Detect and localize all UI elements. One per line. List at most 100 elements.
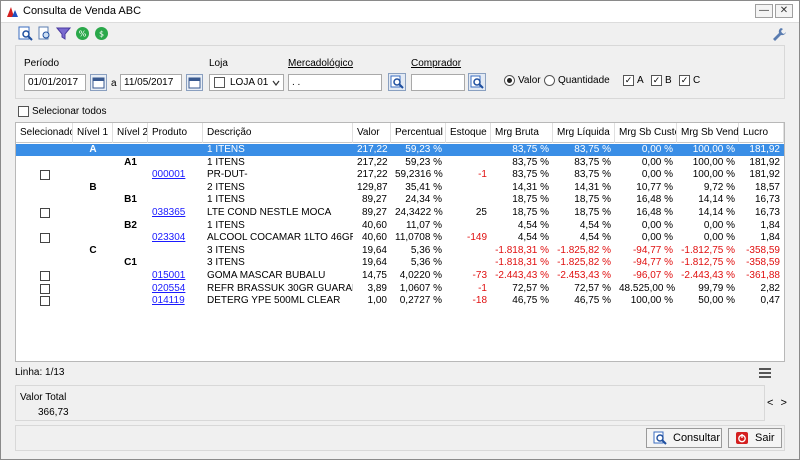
cell-desc: 1 ITENS xyxy=(207,144,245,155)
cell-msv: 100,00 % xyxy=(692,169,735,181)
cell-ml: -2.453,43 % xyxy=(557,270,611,281)
wrench-icon[interactable] xyxy=(771,26,787,42)
mercadologico-input[interactable]: . . xyxy=(288,74,382,91)
table-row[interactable]: B1 1 ITENS 89,27 24,34 % 18,75 % 18,75 % 16,48… xyxy=(16,194,784,206)
mercadologico-search-button[interactable] xyxy=(388,73,406,91)
cell-mb: 72,57 % xyxy=(512,282,549,294)
cell-msv: -1.812,75 % xyxy=(681,257,735,269)
comprador-input[interactable] xyxy=(411,74,465,91)
consultar-button[interactable]: Consultar xyxy=(646,428,722,448)
prev-arrow[interactable]: < xyxy=(767,397,773,409)
check-a[interactable]: ✓ xyxy=(623,75,634,86)
cell-prod[interactable]: 015001 xyxy=(148,270,203,282)
table-row[interactable]: B 2 ITENS 129,87 35,41 % 14,31 % 14,31 % 10,77… xyxy=(16,182,784,194)
loja-checkbox[interactable] xyxy=(214,77,225,88)
column-header-produto[interactable]: Produto xyxy=(148,123,203,143)
table-row[interactable]: 000001 PR-DUT- 217,22 59,2316 % -1 83,75 % 83,… xyxy=(16,169,784,181)
loja-select[interactable]: LOJA 01 xyxy=(209,74,284,91)
column-header-mrg-bruta[interactable]: Mrg Bruta xyxy=(491,123,553,143)
column-header-lucro[interactable]: Lucro xyxy=(739,123,784,143)
currency-icon[interactable]: $ xyxy=(94,26,109,41)
column-header-valor[interactable]: Valor xyxy=(353,123,391,143)
column-header-mrg-liquida[interactable]: Mrg Líquida xyxy=(553,123,615,143)
cell-valor: 19,64 xyxy=(361,257,387,269)
cell-msc: 0,00 % xyxy=(641,169,673,181)
cell-desc: GOMA MASCAR BUBALU xyxy=(207,270,326,281)
table-row[interactable]: 020554 REFR BRASSUK 30GR GUARANA 3,89 1,060… xyxy=(16,283,784,295)
cell-valor: 19,64 xyxy=(361,244,387,256)
table-row[interactable]: A 1 ITENS 217,22 59,23 % 83,75 % 83,75 % 0,00 … xyxy=(16,144,784,156)
table-row[interactable]: 014119 DETERG YPE 500ML CLEAR 1,00 0,2727 %… xyxy=(16,295,784,307)
row-checkbox[interactable] xyxy=(40,170,50,181)
column-header-nivel-2[interactable]: Nível 2 xyxy=(113,123,148,143)
cell-perc: 35,41 % xyxy=(405,181,442,193)
cell-lucro: 16,73 xyxy=(754,207,780,218)
next-arrow[interactable]: > xyxy=(781,397,787,409)
hamburger-menu-icon[interactable] xyxy=(759,368,771,378)
cell-msc: 48.525,00 % xyxy=(619,282,676,294)
cell-msv: -2.443,43 % xyxy=(681,270,735,281)
results-grid[interactable]: Selecionado Nível 1 Nível 2 Produto Descriçã… xyxy=(15,122,785,362)
cell-prod[interactable]: 014119 xyxy=(148,295,203,307)
cell-mb: 18,75 % xyxy=(512,207,549,218)
cell-perc: 59,23 % xyxy=(405,156,442,168)
column-header-mrg-sb-custo[interactable]: Mrg Sb Custo xyxy=(615,123,677,143)
row-checkbox[interactable] xyxy=(40,208,50,218)
cell-perc: 11,0708 % xyxy=(395,232,443,244)
quantidade-radio[interactable] xyxy=(544,75,555,86)
minimize-button[interactable]: — xyxy=(755,4,773,18)
date-from-calendar-button[interactable] xyxy=(90,74,107,91)
print-preview-icon[interactable] xyxy=(37,26,52,41)
column-header-nivel-1[interactable]: Nível 1 xyxy=(73,123,113,143)
date-to-input[interactable]: 11/05/2017 xyxy=(120,74,182,91)
status-bar: Linha: 1/13 xyxy=(15,367,785,381)
table-row[interactable]: A1 1 ITENS 217,22 59,23 % 83,75 % 83,75 % 0,00… xyxy=(16,157,784,169)
table-row[interactable]: 015001 GOMA MASCAR BUBALU 14,75 4,0220 % -73… xyxy=(16,270,784,282)
cell-prod[interactable]: 023304 xyxy=(148,232,203,244)
valor-radio[interactable] xyxy=(504,75,515,86)
cell-lucro: 16,73 xyxy=(754,194,780,206)
date-from-input[interactable]: 01/01/2017 xyxy=(24,74,86,91)
table-row[interactable]: B2 1 ITENS 40,60 11,07 % 4,54 % 4,54 % 0,00 % 0… xyxy=(16,220,784,232)
table-row[interactable]: C 3 ITENS 19,64 5,36 % -1.818,31 % -1.825,82 … xyxy=(16,245,784,257)
cell-n2 xyxy=(113,207,148,219)
check-b[interactable]: ✓ xyxy=(651,75,662,86)
sair-button[interactable]: Sair xyxy=(728,428,782,448)
loja-value: LOJA 01 xyxy=(230,77,269,88)
column-header-estoque[interactable]: Estoque xyxy=(446,123,491,143)
cell-mb: 4,54 % xyxy=(517,219,549,231)
percent-icon[interactable]: % xyxy=(75,26,90,41)
totals-nav: < > xyxy=(767,397,787,409)
cell-desc: 1 ITENS xyxy=(207,194,245,206)
search-report-icon[interactable] xyxy=(18,26,33,41)
cell-prod[interactable]: 000001 xyxy=(148,169,203,181)
close-button[interactable]: ✕ xyxy=(775,4,793,18)
date-to-calendar-button[interactable] xyxy=(186,74,203,91)
filter-icon[interactable] xyxy=(56,26,71,41)
row-checkbox[interactable] xyxy=(40,271,50,281)
cell-n1 xyxy=(73,157,113,169)
select-all-checkbox[interactable] xyxy=(18,106,29,117)
table-row[interactable]: C1 3 ITENS 19,64 5,36 % -1.818,31 % -1.825,82… xyxy=(16,257,784,269)
row-checkbox[interactable] xyxy=(40,296,50,307)
cell-lucro: 2,82 xyxy=(760,282,780,294)
column-header-mrg-sb-venda[interactable]: Mrg Sb Venda xyxy=(677,123,739,143)
valor-total-value: 366,73 xyxy=(38,407,69,418)
cell-n2 xyxy=(113,295,148,307)
check-c[interactable]: ✓ xyxy=(679,75,690,86)
cell-valor: 3,89 xyxy=(367,282,387,294)
cell-n1: B xyxy=(89,181,97,193)
table-row[interactable]: 023304 ALCOOL COCAMAR 1LTO 46GRAUS 40,60 11… xyxy=(16,232,784,244)
column-header-percentual[interactable]: Percentual xyxy=(391,123,446,143)
row-checkbox[interactable] xyxy=(40,233,50,244)
column-header-descricao[interactable]: Descrição xyxy=(203,123,353,143)
table-row[interactable]: 038365 LTE COND NESTLE MOCA 89,27 24,3422 %… xyxy=(16,207,784,219)
cell-ml: 83,75 % xyxy=(574,144,611,155)
cell-prod[interactable]: 020554 xyxy=(148,283,203,295)
cell-prod[interactable]: 038365 xyxy=(148,207,203,219)
search-icon xyxy=(653,431,667,445)
cell-valor: 217,22 xyxy=(357,156,388,168)
row-checkbox[interactable] xyxy=(40,283,50,294)
column-header-selecionado[interactable]: Selecionado xyxy=(16,123,73,143)
comprador-search-button[interactable] xyxy=(468,73,486,91)
